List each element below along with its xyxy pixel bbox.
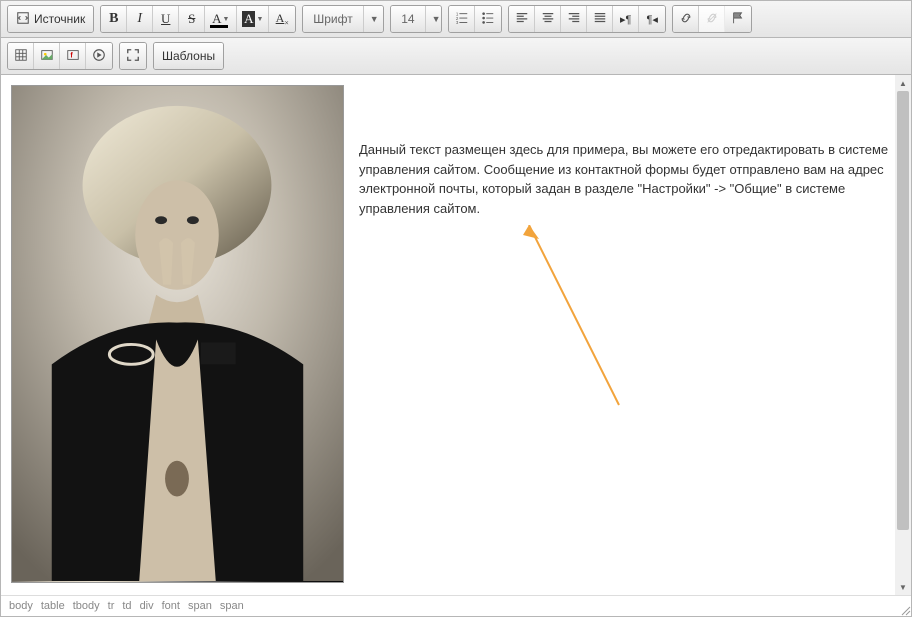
maximize-button[interactable] bbox=[120, 43, 146, 69]
annotation-arrow bbox=[459, 225, 639, 425]
bullet-list-icon bbox=[481, 11, 495, 28]
chevron-down-icon: ▼ bbox=[363, 6, 385, 32]
path-item[interactable]: div bbox=[140, 600, 154, 612]
path-item[interactable]: tbody bbox=[73, 600, 100, 612]
bullet-list-button[interactable] bbox=[475, 6, 501, 32]
content-text: Данный текст размещен здесь для примера,… bbox=[359, 142, 888, 216]
anchor-button[interactable] bbox=[725, 6, 751, 32]
flag-icon bbox=[731, 11, 745, 28]
table-button[interactable] bbox=[8, 43, 34, 69]
ltr-icon: ▸¶ bbox=[620, 13, 631, 26]
editor-content-area[interactable]: Данный текст размещен здесь для примера,… bbox=[1, 75, 911, 595]
content-text-block[interactable]: Данный текст размещен здесь для примера,… bbox=[359, 85, 901, 583]
italic-button[interactable]: I bbox=[127, 6, 153, 32]
templates-button[interactable]: Шаблоны bbox=[154, 43, 223, 69]
link-button[interactable] bbox=[673, 6, 699, 32]
align-right-button[interactable] bbox=[561, 6, 587, 32]
flash-button[interactable]: f bbox=[60, 43, 86, 69]
editor-container: Источник B I U S A▼ A▼ A× Шрифт ▼ bbox=[0, 0, 912, 617]
unlink-icon bbox=[705, 11, 719, 28]
path-item[interactable]: td bbox=[122, 600, 131, 612]
content-image[interactable] bbox=[11, 85, 344, 583]
scroll-down-button[interactable]: ▼ bbox=[895, 579, 911, 595]
bold-button[interactable]: B bbox=[101, 6, 127, 32]
align-justify-icon bbox=[593, 11, 607, 28]
font-combo-label: Шрифт bbox=[303, 12, 362, 26]
align-right-icon bbox=[567, 11, 581, 28]
unlink-button[interactable] bbox=[699, 6, 725, 32]
image-button[interactable] bbox=[34, 43, 60, 69]
source-button[interactable]: Источник bbox=[8, 6, 93, 32]
numbered-list-button[interactable]: 123 bbox=[449, 6, 475, 32]
remove-format-button[interactable]: A× bbox=[269, 6, 295, 32]
numbered-list-icon: 123 bbox=[455, 11, 469, 28]
templates-label: Шаблоны bbox=[162, 49, 215, 63]
link-icon bbox=[679, 11, 693, 28]
align-justify-button[interactable] bbox=[587, 6, 613, 32]
scroll-up-button[interactable]: ▲ bbox=[895, 75, 911, 91]
font-combo[interactable]: Шрифт ▼ bbox=[303, 6, 383, 32]
chevron-down-icon: ▼ bbox=[425, 6, 443, 32]
toolbar-row-2: f Шаблоны bbox=[1, 38, 911, 75]
source-label: Источник bbox=[34, 12, 85, 26]
ltr-button[interactable]: ▸¶ bbox=[613, 6, 639, 32]
align-left-button[interactable] bbox=[509, 6, 535, 32]
path-item[interactable]: table bbox=[41, 600, 65, 612]
flash-icon: f bbox=[66, 48, 80, 65]
resize-handle[interactable] bbox=[899, 604, 911, 616]
source-icon bbox=[16, 11, 30, 28]
path-item[interactable]: font bbox=[162, 600, 180, 612]
toolbar-row-1: Источник B I U S A▼ A▼ A× Шрифт ▼ bbox=[1, 1, 911, 38]
rtl-icon: ¶◂ bbox=[647, 13, 658, 26]
path-item[interactable]: span bbox=[188, 600, 212, 612]
maximize-icon bbox=[126, 48, 140, 65]
remove-format-icon: A× bbox=[276, 11, 289, 27]
bg-color-button[interactable]: A▼ bbox=[237, 6, 269, 32]
scrollbar-thumb[interactable] bbox=[897, 91, 909, 530]
path-item[interactable]: span bbox=[220, 600, 244, 612]
scrollbar-track[interactable] bbox=[895, 91, 911, 579]
svg-text:3: 3 bbox=[456, 20, 459, 25]
underline-button[interactable]: U bbox=[153, 6, 179, 32]
rtl-button[interactable]: ¶◂ bbox=[639, 6, 665, 32]
fontsize-combo[interactable]: 14 ▼ bbox=[391, 6, 441, 32]
table-icon bbox=[14, 48, 28, 65]
path-item[interactable]: tr bbox=[108, 600, 115, 612]
svg-text:f: f bbox=[70, 52, 73, 59]
image-icon bbox=[40, 48, 54, 65]
fontsize-combo-label: 14 bbox=[391, 12, 424, 26]
media-button[interactable] bbox=[86, 43, 112, 69]
path-item[interactable]: body bbox=[9, 600, 33, 612]
align-left-icon bbox=[515, 11, 529, 28]
vertical-scrollbar[interactable]: ▲ ▼ bbox=[895, 75, 911, 595]
align-center-icon bbox=[541, 11, 555, 28]
align-center-button[interactable] bbox=[535, 6, 561, 32]
strike-button[interactable]: S bbox=[179, 6, 205, 32]
elements-path: body table tbody tr td div font span spa… bbox=[1, 595, 911, 616]
media-icon bbox=[92, 48, 106, 65]
text-color-button[interactable]: A▼ bbox=[205, 6, 237, 32]
